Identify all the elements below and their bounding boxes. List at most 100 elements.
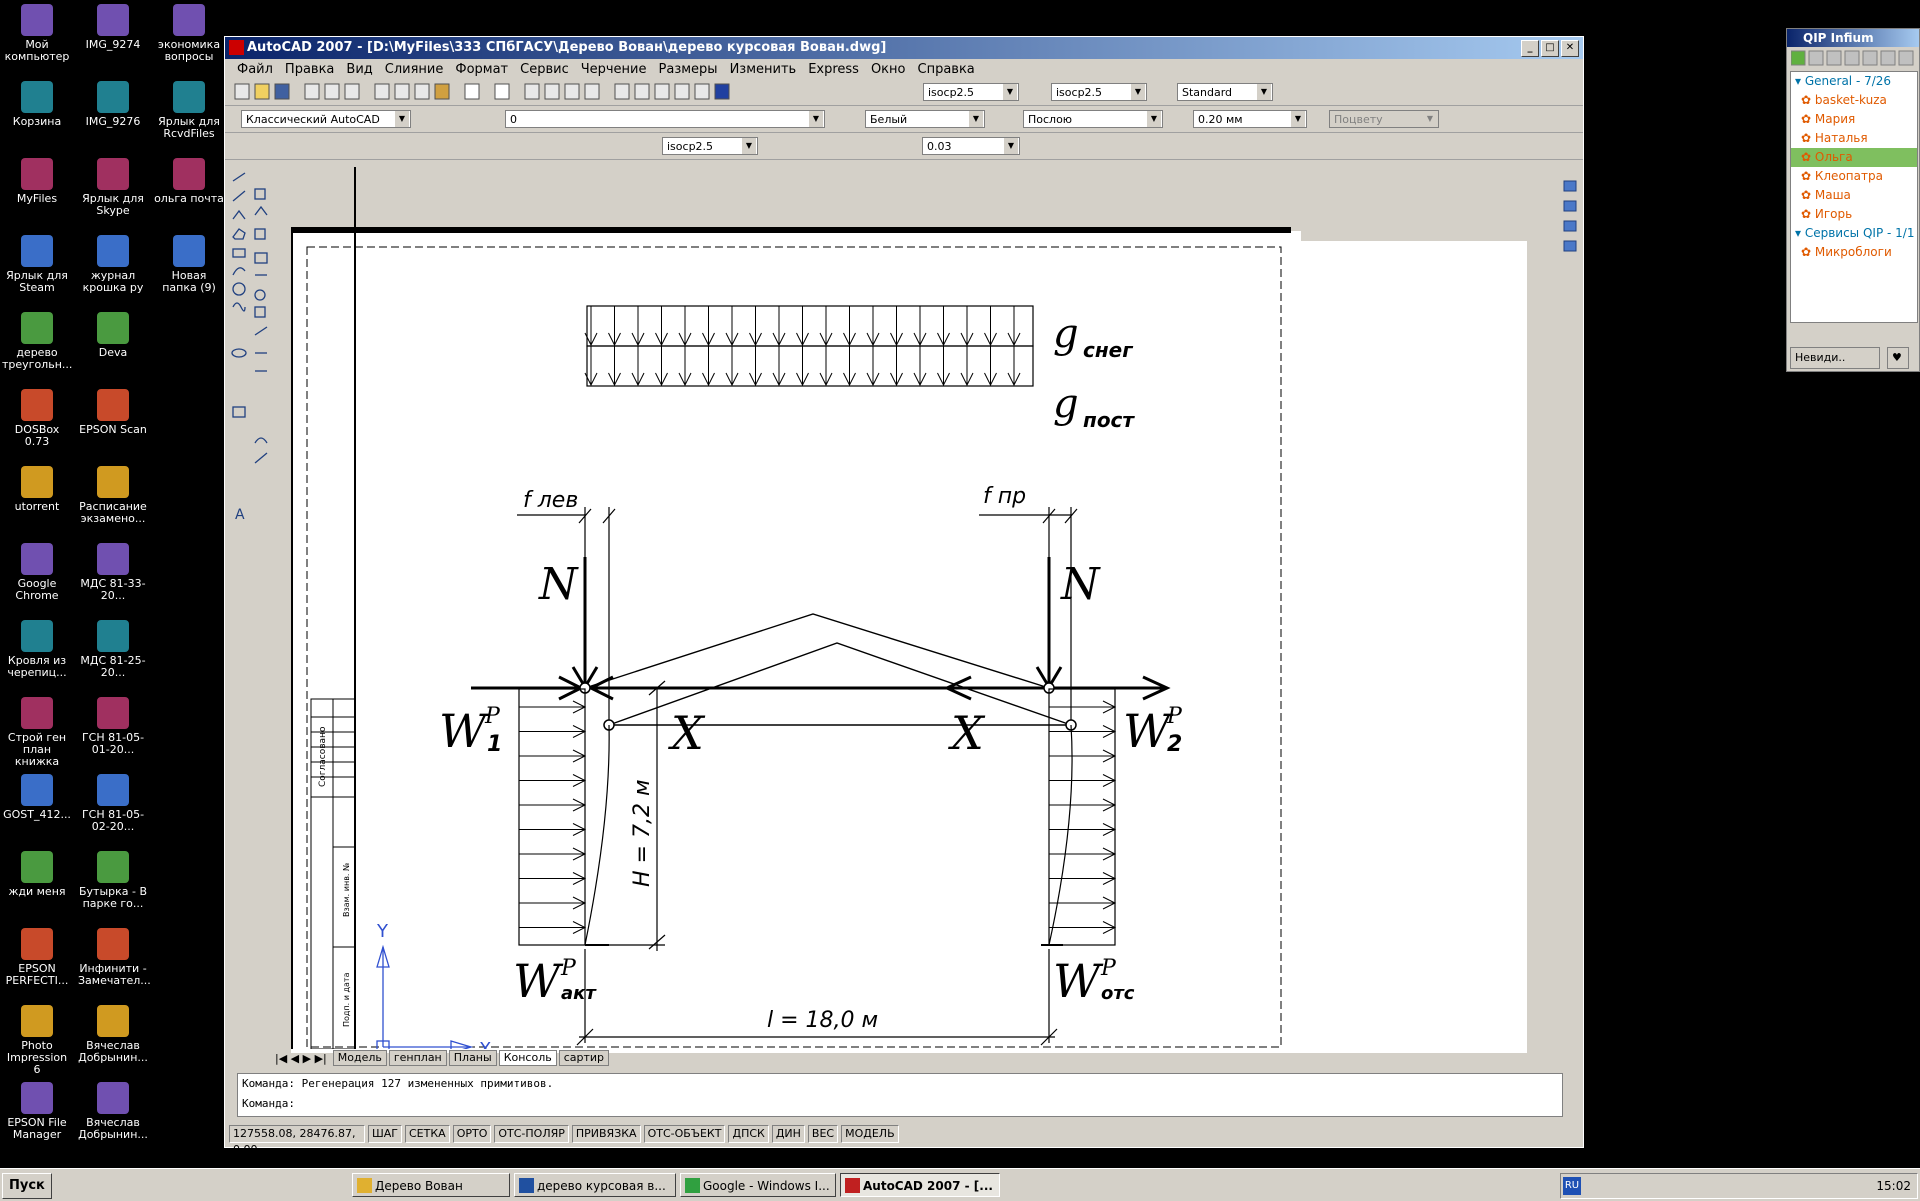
tab-navigation-arrows[interactable]: |◀ ◀ ▶ ▶|	[275, 1052, 327, 1065]
close-button[interactable]: ✕	[1561, 40, 1579, 57]
layout-tab[interactable]: генплан	[388, 1050, 447, 1066]
menu-item[interactable]: Сервис	[514, 62, 575, 77]
menu-item[interactable]: Размеры	[653, 62, 724, 77]
desktop-icon[interactable]: ГСН 81-05-01-20...	[78, 695, 148, 756]
desktop-icon[interactable]: Вячеслав Добрынин...	[78, 1080, 148, 1141]
desktop-icon[interactable]: EPSON File Manager	[2, 1080, 72, 1141]
layout-tab[interactable]: Планы	[448, 1050, 497, 1066]
scale-combo[interactable]: 0.03	[922, 137, 1020, 155]
menu-item[interactable]: Черчение	[575, 62, 653, 77]
language-indicator[interactable]: RU	[1563, 1177, 1581, 1195]
taskbar-button[interactable]: дерево курсовая в...	[514, 1173, 676, 1197]
status-toggle-button[interactable]: СЕТКА	[405, 1125, 450, 1143]
right-toolbar[interactable]	[1561, 177, 1581, 257]
menu-item[interactable]: Формат	[449, 62, 514, 77]
desktop-icon[interactable]: Строй ген план книжка	[2, 695, 72, 768]
desktop-icon[interactable]: utorrent	[2, 464, 72, 513]
coordinates-readout[interactable]: 127558.08, 28476.87, 0.00	[229, 1125, 365, 1156]
desktop-icon[interactable]: Кровля из черепиц...	[2, 618, 72, 679]
qip-contact[interactable]: ✿ Игорь	[1791, 205, 1917, 224]
maximize-button[interactable]: □	[1541, 40, 1559, 57]
layout-tab[interactable]: сартир	[558, 1050, 610, 1066]
qip-contact[interactable]: ✿ Маша	[1791, 186, 1917, 205]
qip-contact[interactable]: ✿ Ольга	[1791, 148, 1917, 167]
desktop-icon[interactable]: EPSON Scan	[78, 387, 148, 436]
status-toggle-button[interactable]: ДИН	[771, 1125, 805, 1143]
status-toggle-button[interactable]: ОТС-ОБЪЕКТ	[643, 1125, 726, 1143]
layer-combo[interactable]: 0	[505, 110, 825, 128]
standard-toolbar-icons[interactable]	[233, 79, 853, 105]
minimize-button[interactable]: _	[1521, 40, 1539, 57]
taskbar-button[interactable]: Дерево Вован	[352, 1173, 510, 1197]
qip-contact[interactable]: ✿ Микроблоги	[1791, 243, 1917, 262]
status-toggle-button[interactable]: ПРИВЯЗКА	[571, 1125, 641, 1143]
status-toggle-button[interactable]: ОРТО	[452, 1125, 492, 1143]
desktop-icon[interactable]: ГСН 81-05-02-20...	[78, 772, 148, 833]
autocad-title-bar[interactable]: AutoCAD 2007 - [D:\MyFiles\333 СПбГАСУ\Д…	[225, 37, 1583, 59]
menu-item[interactable]: Изменить	[724, 62, 803, 77]
desktop-icon[interactable]: GOST_412...	[2, 772, 72, 821]
qip-heart-button[interactable]: ♥	[1887, 347, 1909, 369]
desktop-icon[interactable]: МДС 81-33-20...	[78, 541, 148, 602]
start-button[interactable]: Пуск	[2, 1173, 52, 1199]
desktop-icon[interactable]: EPSON PERFECTI...	[2, 926, 72, 987]
table-style-combo[interactable]: Standard	[1177, 83, 1273, 101]
color-combo[interactable]: Белый	[865, 110, 985, 128]
menu-item[interactable]: Правка	[279, 62, 340, 77]
menu-item[interactable]: Файл	[231, 62, 279, 77]
qip-contact[interactable]: ✿ Наталья	[1791, 129, 1917, 148]
desktop-icon[interactable]: журнал крошка ру	[78, 233, 148, 294]
taskbar-button[interactable]: AutoCAD 2007 - [...	[840, 1173, 1000, 1197]
command-window[interactable]: Команда: Регенерация 127 измененных прим…	[237, 1073, 1563, 1117]
menu-item[interactable]: Окно	[865, 62, 912, 77]
desktop-icon[interactable]: Корзина	[2, 79, 72, 128]
qip-contact[interactable]: ✿ basket-kuza	[1791, 91, 1917, 110]
desktop-icon[interactable]: Мой компьютер	[2, 2, 72, 63]
qip-title-bar[interactable]: QIP Infium	[1787, 29, 1919, 47]
desktop-icon[interactable]: Бутырка - В парке го...	[78, 849, 148, 910]
desktop-icon[interactable]: Вячеслав Добрынин...	[78, 1003, 148, 1064]
dim-style-combo-2[interactable]: isocp2.5	[662, 137, 758, 155]
qip-contact[interactable]: ✿ Мария	[1791, 110, 1917, 129]
desktop-icon[interactable]: дерево треугольн...	[2, 310, 72, 371]
menu-item[interactable]: Справка	[912, 62, 981, 77]
desktop-icon[interactable]: МДС 81-25-20...	[78, 618, 148, 679]
taskbar-button[interactable]: Google - Windows I...	[680, 1173, 836, 1197]
layout-tab[interactable]: Модель	[332, 1050, 387, 1066]
qip-contact[interactable]: ✿ Клеопатра	[1791, 167, 1917, 186]
status-toggle-button[interactable]: МОДЕЛЬ	[841, 1125, 899, 1143]
status-toggle-button[interactable]: ШАГ	[368, 1125, 402, 1143]
desktop-icon[interactable]: ольга почта	[154, 156, 224, 205]
desktop-icon[interactable]: DOSBox 0.73	[2, 387, 72, 448]
qip-status-button[interactable]: Невиди..	[1790, 347, 1880, 369]
workspace-combo[interactable]: Классический AutoCAD	[241, 110, 411, 128]
desktop-icon[interactable]: экономика вопросы	[154, 2, 224, 63]
desktop-icon[interactable]: Ярлык для Steam	[2, 233, 72, 294]
desktop-icon[interactable]: жди меня	[2, 849, 72, 898]
structural-scheme[interactable]: Согласовано Взам. инв. № Подп. и дата g …	[291, 167, 1501, 1049]
status-toggle-button[interactable]: ДПСК	[728, 1125, 769, 1143]
qip-toolbar[interactable]	[1791, 49, 1917, 67]
lineweight-combo[interactable]: 0.20 мм	[1193, 110, 1307, 128]
menu-item[interactable]: Вид	[340, 62, 378, 77]
linetype-combo[interactable]: Послою	[1023, 110, 1163, 128]
draw-modify-toolbars[interactable]: A	[229, 167, 273, 727]
desktop-icon[interactable]: Новая папка (9)	[154, 233, 224, 294]
desktop-icon[interactable]: IMG_9276	[78, 79, 148, 128]
desktop-icon[interactable]: Инфинити - Замечател...	[78, 926, 151, 987]
desktop-icon[interactable]: Photo Impression 6	[2, 1003, 72, 1076]
autocad-app-icon[interactable]	[229, 40, 244, 55]
desktop-icon[interactable]: Расписание экзамено...	[78, 464, 148, 525]
qip-group-header[interactable]: ▾ Сервисы QIP - 1/1	[1791, 224, 1917, 243]
status-toggle-button[interactable]: ВЕС	[807, 1125, 839, 1143]
command-prompt[interactable]: Команда:	[238, 1094, 1562, 1114]
text-style-combo[interactable]: isocp2.5	[923, 83, 1019, 101]
desktop-icon[interactable]: IMG_9274	[78, 2, 148, 51]
dim-style-combo[interactable]: isocp2.5	[1051, 83, 1147, 101]
menu-item[interactable]: Express	[802, 62, 865, 77]
desktop-icon[interactable]: Ярлык для RcvdFiles	[154, 79, 224, 140]
desktop-icon[interactable]: Ярлык для Skype	[78, 156, 148, 217]
desktop-icon[interactable]: MyFiles	[2, 156, 72, 205]
menu-item[interactable]: Слияние	[379, 62, 450, 77]
desktop-icon[interactable]: Google Chrome	[2, 541, 72, 602]
